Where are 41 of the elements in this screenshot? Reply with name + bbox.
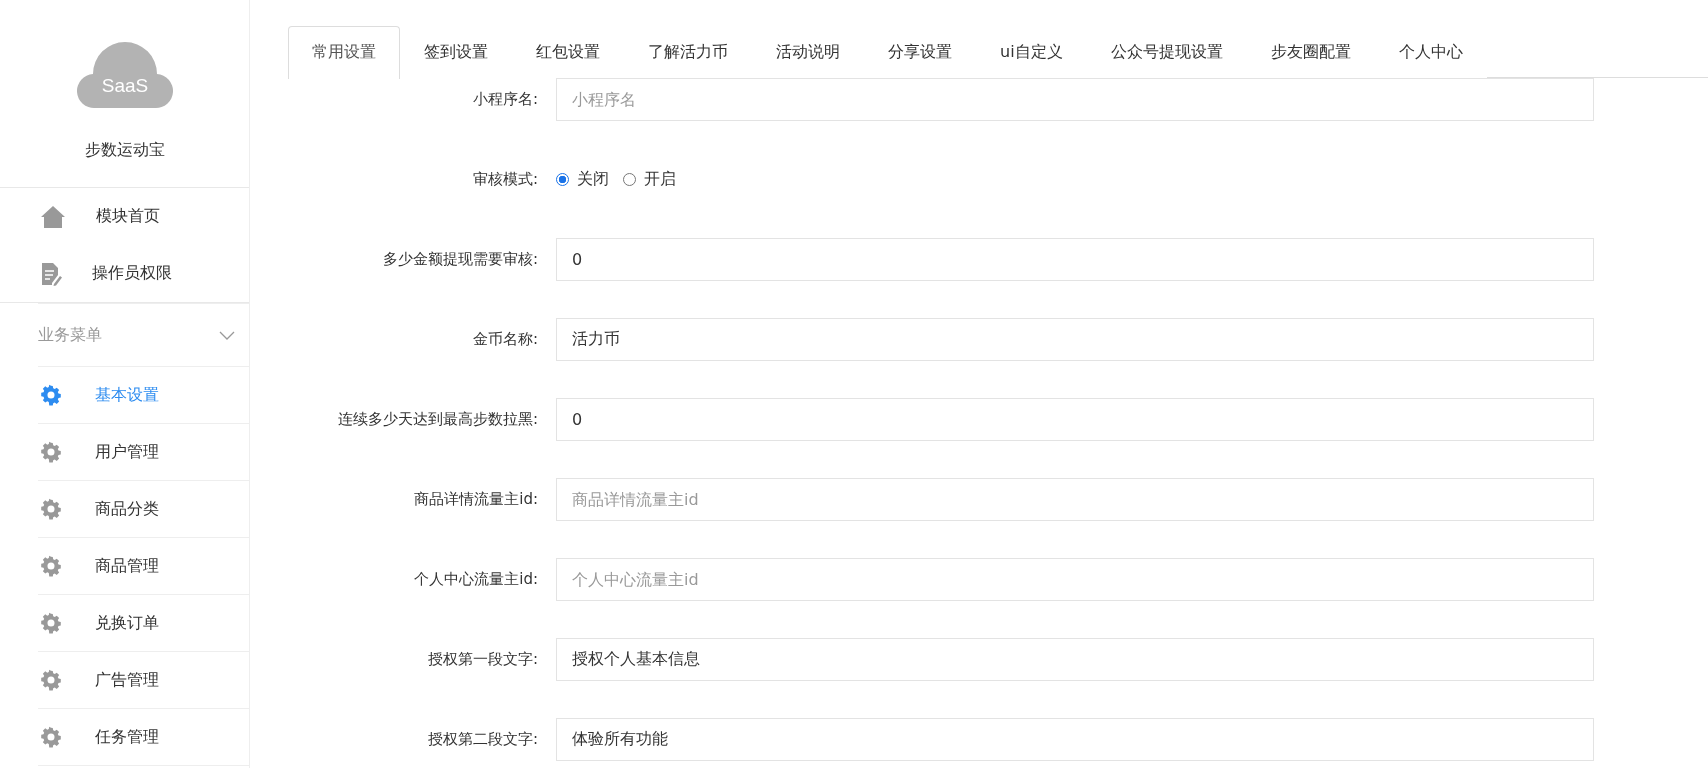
tab[interactable]: 常用设置 [288, 26, 400, 79]
sidebar-item[interactable]: 操作员权限 [0, 245, 249, 302]
input-field[interactable]: 小程序名 [556, 78, 1594, 121]
sidebar-item[interactable]: 商品管理 [38, 538, 249, 595]
input-field[interactable]: 商品详情流量主id [556, 478, 1594, 521]
app-name: 步数运动宝 [84, 140, 165, 161]
gear-icon [40, 384, 62, 406]
sidebar-item[interactable]: 任务管理 [38, 709, 249, 766]
gear-icon [40, 555, 62, 577]
field-label: 审核模式: [471, 170, 538, 189]
sidebar-item[interactable]: 模块首页 [0, 188, 249, 245]
input-field[interactable]: 0 [556, 238, 1594, 281]
input-field[interactable]: 0 [556, 398, 1594, 441]
field-label: 多少金额提现需要审核: [381, 250, 538, 269]
sidebar-item[interactable]: 基本设置 [38, 367, 249, 424]
input-field[interactable]: 活力币 [556, 318, 1594, 361]
chevron-icon [219, 330, 235, 340]
input-field[interactable]: 体验所有功能 [556, 718, 1594, 761]
sidebar-item[interactable]: 用户管理 [38, 424, 249, 481]
field-label: 授权第一段文字: [426, 650, 538, 669]
gear-icon [40, 669, 62, 691]
field-label: 连续多少天达到最高步数拉黑: [336, 410, 538, 429]
gear-icon [40, 441, 62, 463]
gear-icon [40, 612, 62, 634]
field-label: 个人中心流量主id: [413, 570, 538, 589]
sidebar-item[interactable]: 商品分类 [38, 481, 249, 538]
gear-icon [40, 726, 62, 748]
input-field[interactable]: 授权个人基本信息 [556, 638, 1594, 681]
field-label: 授权第二段文字: [426, 730, 538, 749]
radio-option[interactable]: 开启 [623, 169, 676, 190]
sidebar-item[interactable]: 兑换订单 [38, 595, 249, 652]
sidebar-item[interactable]: 广告管理 [38, 652, 249, 709]
home-icon [40, 204, 66, 229]
document-icon [40, 261, 62, 286]
field-label: 小程序名: [471, 90, 538, 109]
field-label: 金币名称: [471, 330, 538, 349]
input-field[interactable]: 个人中心流量主id [556, 558, 1594, 601]
radio-option[interactable]: 关闭 [556, 169, 609, 190]
gear-icon [40, 498, 62, 520]
cloud-logo: SaaS [76, 40, 173, 110]
field-label: 商品详情流量主id: [413, 490, 538, 509]
